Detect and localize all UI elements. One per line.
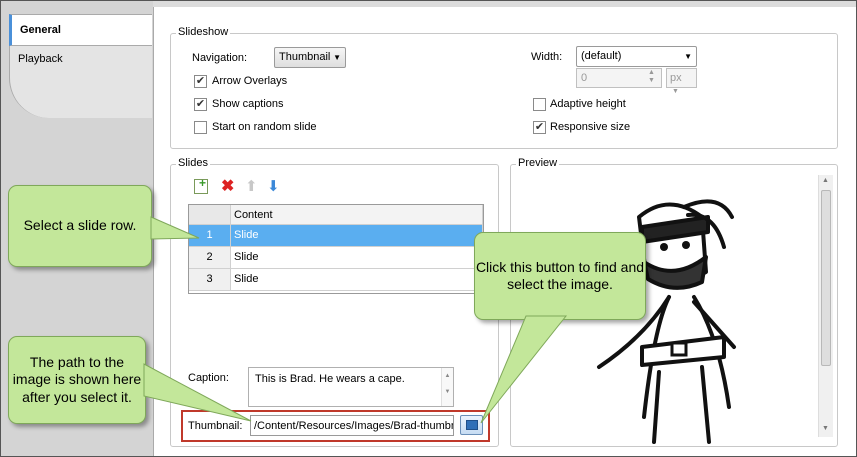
adaptive-height-label: Adaptive height xyxy=(550,98,626,110)
adaptive-height-checkbox[interactable] xyxy=(533,98,546,111)
navigation-select[interactable]: Thumbnail ▼ xyxy=(274,47,346,68)
callout-click-button-pointer xyxy=(480,315,568,424)
show-captions-label: Show captions xyxy=(212,98,284,110)
chevron-down-icon: ▼ xyxy=(672,88,679,95)
width-value: (default) xyxy=(581,50,622,62)
scroll-thumb[interactable] xyxy=(821,190,831,366)
caption-scrollbar[interactable]: ▲ ▼ xyxy=(441,368,453,406)
responsive-size-label: Responsive size xyxy=(550,121,631,133)
thumbnail-path-value: /Content/Resources/Images/Brad-thumbn xyxy=(254,420,454,432)
scroll-up-icon[interactable]: ▲ xyxy=(822,177,829,184)
width-unit-value: px xyxy=(670,72,682,84)
tab-general[interactable]: General xyxy=(9,14,152,46)
table-row[interactable]: Slide xyxy=(231,269,483,291)
move-up-icon[interactable]: ⬆ xyxy=(245,177,258,195)
slideshow-legend: Slideshow xyxy=(176,26,231,38)
spinner-arrows-icon[interactable]: ▲ ▼ xyxy=(648,69,655,85)
callout-select-row-text: Select a slide row. xyxy=(23,217,137,234)
responsive-size-checkbox[interactable]: ✔ xyxy=(533,121,546,134)
delete-icon[interactable]: ✖ xyxy=(221,176,234,196)
callout-click-button: Click this button to find and select the… xyxy=(474,232,646,320)
random-slide-checkbox[interactable] xyxy=(194,121,207,134)
width-number-value: 0 xyxy=(581,72,588,84)
navigation-label: Navigation: xyxy=(192,52,248,64)
slides-legend: Slides xyxy=(176,157,210,169)
chevron-down-icon: ▼ xyxy=(333,53,341,62)
row-number[interactable]: 3 xyxy=(189,269,231,291)
caption-textarea[interactable]: This is Brad. He wears a cape. ▲ ▼ xyxy=(248,367,454,407)
show-captions-checkbox[interactable]: ✔ xyxy=(194,98,207,111)
slides-grid: Content 1 Slide 2 Slide 3 Slide xyxy=(188,204,484,294)
callout-path-pointer xyxy=(143,363,252,422)
callout-path: The path to the image is shown here afte… xyxy=(8,336,146,424)
move-down-icon[interactable]: ⬇ xyxy=(267,177,280,195)
callout-path-text: The path to the image is shown here afte… xyxy=(12,353,142,405)
preview-scrollbar[interactable]: ▲ ▼ xyxy=(818,175,833,437)
callout-click-button-text: Click this button to find and select the… xyxy=(475,258,645,293)
width-label: Width: xyxy=(531,51,563,63)
content-column-header[interactable]: Content xyxy=(231,205,483,225)
random-slide-label: Start on random slide xyxy=(212,121,317,133)
table-row[interactable]: Slide xyxy=(231,225,483,247)
tab-playback[interactable]: Playback xyxy=(9,46,152,118)
width-unit-select[interactable]: px ▼ xyxy=(666,68,697,95)
navigation-value: Thumbnail xyxy=(279,51,331,63)
table-row[interactable]: Slide xyxy=(231,247,483,269)
arrow-overlays-checkbox[interactable]: ✔ xyxy=(194,75,207,88)
callout-select-row-pointer xyxy=(150,216,200,240)
arrow-overlays-label: Arrow Overlays xyxy=(212,75,288,87)
preview-legend: Preview xyxy=(516,157,560,169)
slideshow-properties-dialog: General Playback Slideshow Navigation: T… xyxy=(0,0,857,457)
callout-select-row: Select a slide row. xyxy=(8,185,152,267)
scroll-down-icon[interactable]: ▼ xyxy=(822,425,829,432)
thumbnail-path-field[interactable]: /Content/Resources/Images/Brad-thumbn xyxy=(250,415,454,436)
width-select[interactable]: (default) ▼ xyxy=(576,46,697,67)
chevron-down-icon: ▼ xyxy=(684,52,692,61)
add-slide-icon[interactable]: + xyxy=(194,176,208,194)
caption-value: This is Brad. He wears a cape. xyxy=(255,373,405,385)
